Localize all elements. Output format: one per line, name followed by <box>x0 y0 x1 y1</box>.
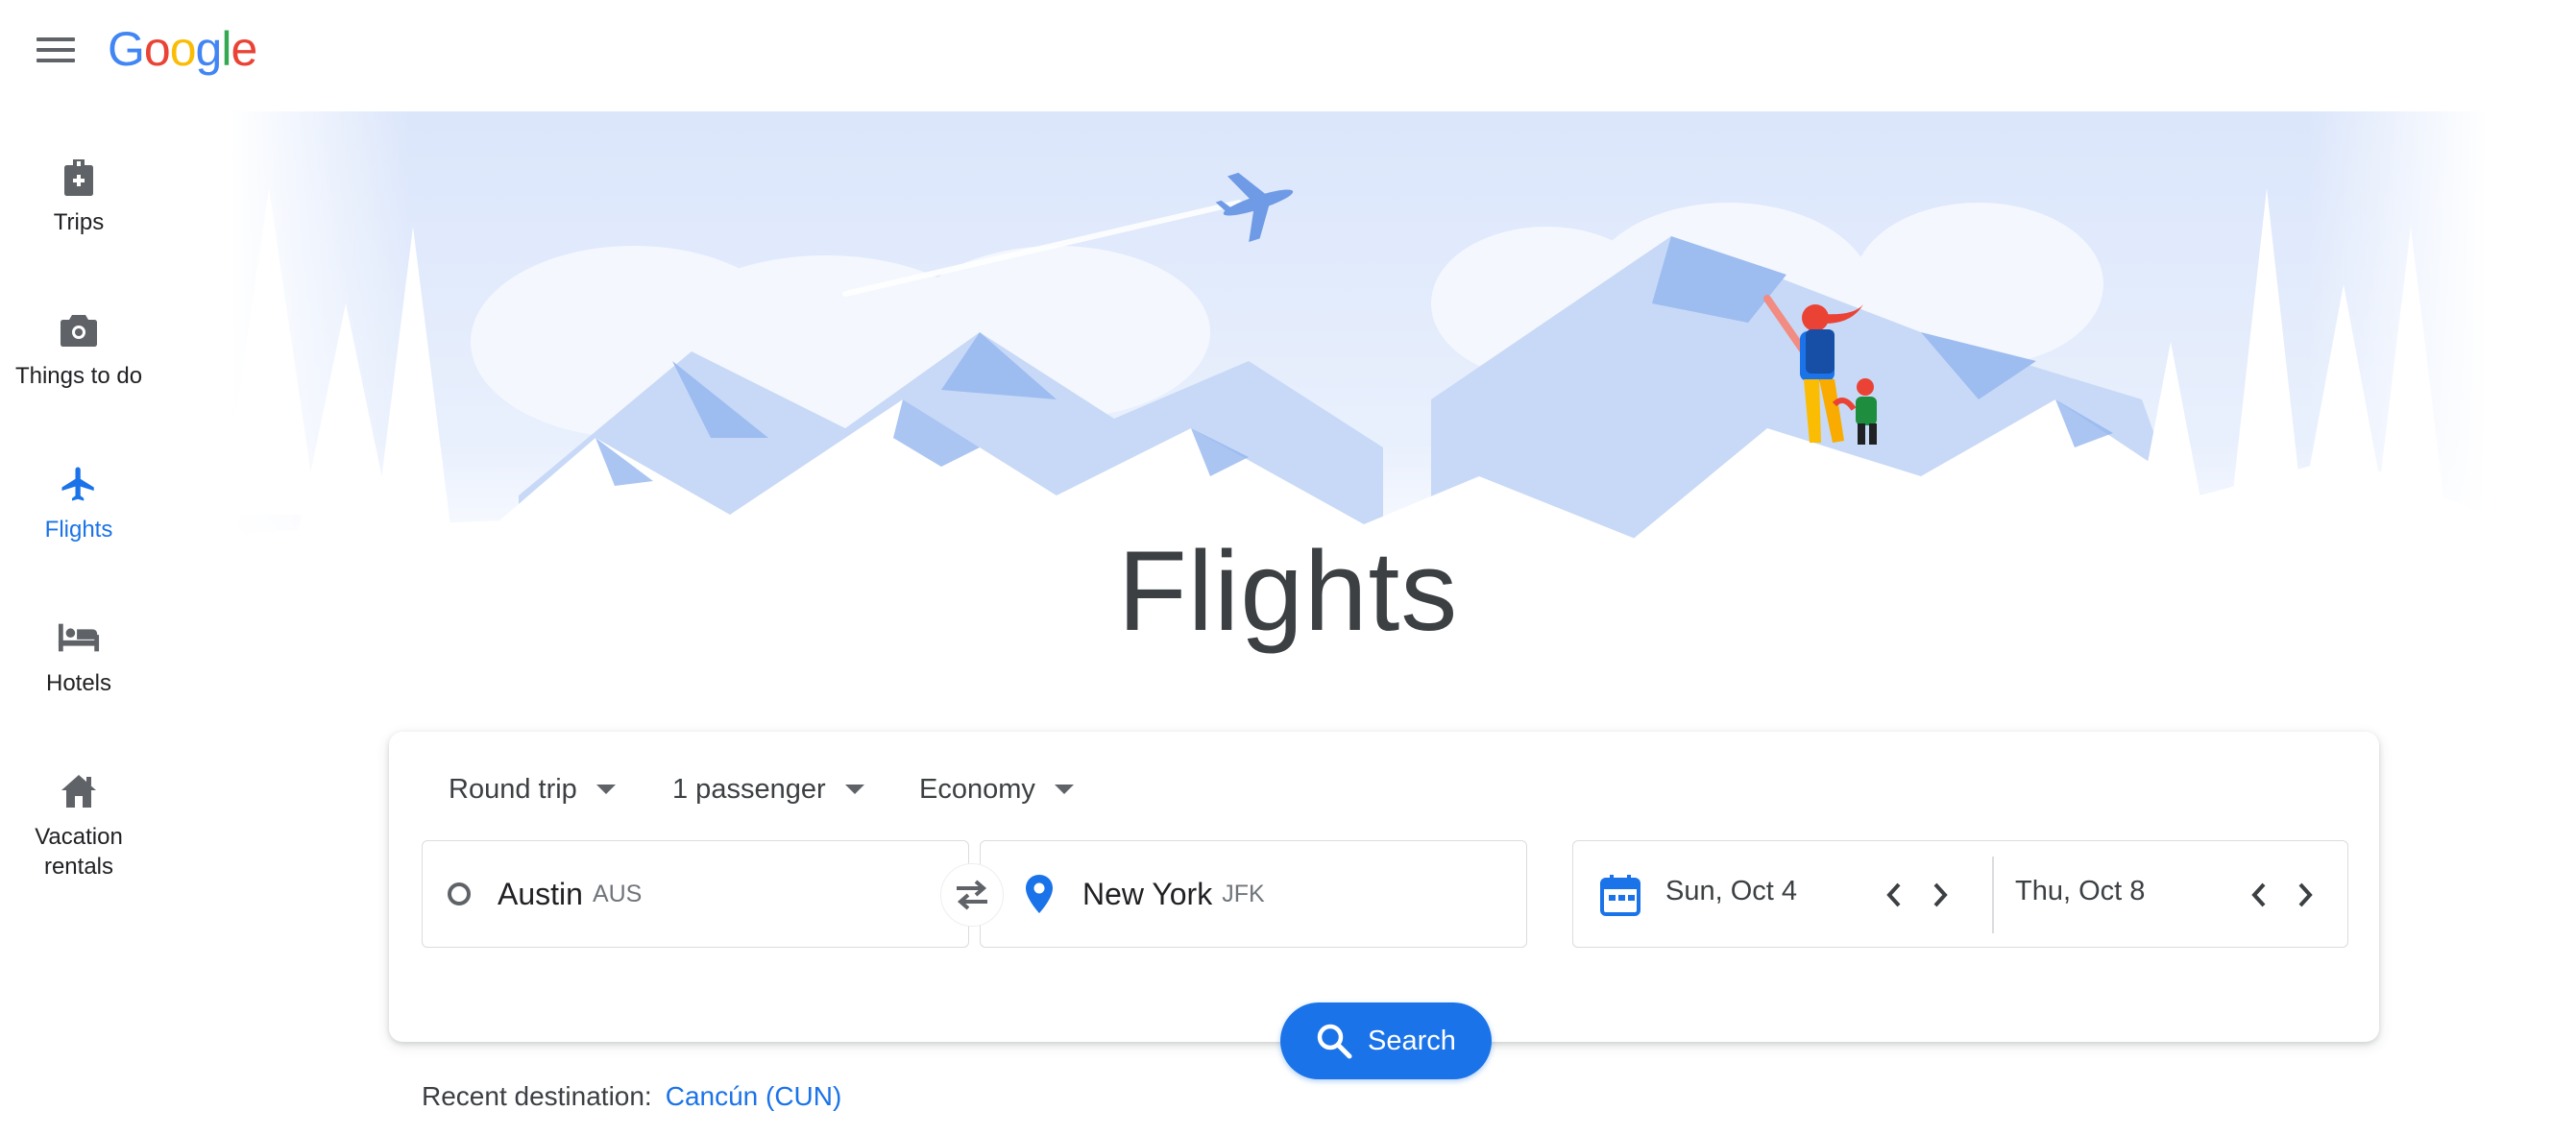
destination-code: JFK <box>1222 880 1265 907</box>
google-logo[interactable]: Google <box>108 21 257 79</box>
logo-letter: g <box>195 22 223 76</box>
sidebar-item-label: Hotels <box>45 670 112 696</box>
luggage-tag-icon <box>58 156 100 198</box>
chevron-right-icon <box>2298 882 2313 907</box>
search-button-label: Search <box>1368 1025 1456 1056</box>
origin-circle-icon <box>448 882 471 906</box>
calendar-icon[interactable] <box>1600 874 1640 916</box>
dropdown-caret-icon <box>1054 785 1074 794</box>
sidebar-item-things-to-do[interactable]: Things to do <box>0 286 158 421</box>
origin-city: Austin <box>498 876 583 911</box>
sidebar-item-label: Trips <box>53 209 105 235</box>
mountain-landscape-illustration <box>231 111 2488 587</box>
search-button[interactable]: Search <box>1280 1002 1492 1079</box>
swap-locations-button[interactable] <box>940 863 1004 927</box>
chevron-left-icon <box>2251 882 2266 907</box>
sidebar-item-label: Things to do <box>14 363 143 389</box>
sidebar-item-trips[interactable]: Trips <box>0 133 158 267</box>
hamburger-menu-icon <box>36 37 75 62</box>
departure-date[interactable]: Sun, Oct 4 <box>1665 876 1797 907</box>
trip-type-dropdown[interactable]: Round trip <box>437 761 627 818</box>
passengers-dropdown[interactable]: 1 passenger <box>661 761 876 818</box>
top-bar: Google <box>0 0 2576 106</box>
logo-letter: o <box>169 22 197 76</box>
sidebar-item-vacation-rentals[interactable]: Vacation rentals <box>0 747 158 910</box>
logo-letter: G <box>108 22 145 76</box>
page-title: Flights <box>1117 528 1459 655</box>
return-prev-day-button[interactable] <box>2236 870 2282 920</box>
chevron-left-icon <box>1886 882 1901 907</box>
destination-city: New York <box>1082 876 1213 911</box>
destination-field[interactable]: New York JFK <box>980 840 1527 948</box>
origin-code: AUS <box>592 880 643 907</box>
date-range-field: Sun, Oct 4 Thu, Oct 8 <box>1572 840 2348 948</box>
return-next-day-button[interactable] <box>2282 870 2328 920</box>
swap-arrows-icon <box>957 880 987 910</box>
origin-field[interactable]: Austin AUS <box>422 840 969 948</box>
recent-destination-link[interactable]: Cancún (CUN) <box>666 1081 842 1111</box>
house-icon <box>58 770 100 812</box>
flight-search-panel: Round trip 1 passenger Economy Austin AU… <box>389 732 2379 1042</box>
trip-type-value: Round trip <box>449 773 577 805</box>
main-menu-button[interactable] <box>29 23 83 77</box>
date-divider <box>1992 857 1994 933</box>
recent-destination-label: Recent destination: <box>422 1081 652 1111</box>
dropdown-caret-icon <box>595 785 616 794</box>
logo-letter: e <box>231 22 257 76</box>
airplane-icon <box>58 463 100 505</box>
return-date[interactable]: Thu, Oct 8 <box>2015 876 2145 907</box>
recent-destination: Recent destination: Cancún (CUN) <box>422 1081 841 1112</box>
dropdown-caret-icon <box>844 785 864 794</box>
location-pin-icon <box>1026 875 1053 913</box>
sidebar-item-label: Vacation rentals <box>35 824 123 880</box>
departure-next-day-button[interactable] <box>1917 870 1963 920</box>
chevron-right-icon <box>1933 882 1948 907</box>
passengers-value: 1 passenger <box>672 773 826 805</box>
search-icon <box>1317 1024 1352 1059</box>
logo-letter: l <box>221 22 231 76</box>
logo-letter: o <box>143 22 171 76</box>
cabin-class-dropdown[interactable]: Economy <box>908 761 1085 818</box>
cabin-class-value: Economy <box>919 773 1035 805</box>
hero-illustration <box>231 111 2488 587</box>
departure-prev-day-button[interactable] <box>1871 870 1917 920</box>
camera-icon <box>58 309 100 351</box>
